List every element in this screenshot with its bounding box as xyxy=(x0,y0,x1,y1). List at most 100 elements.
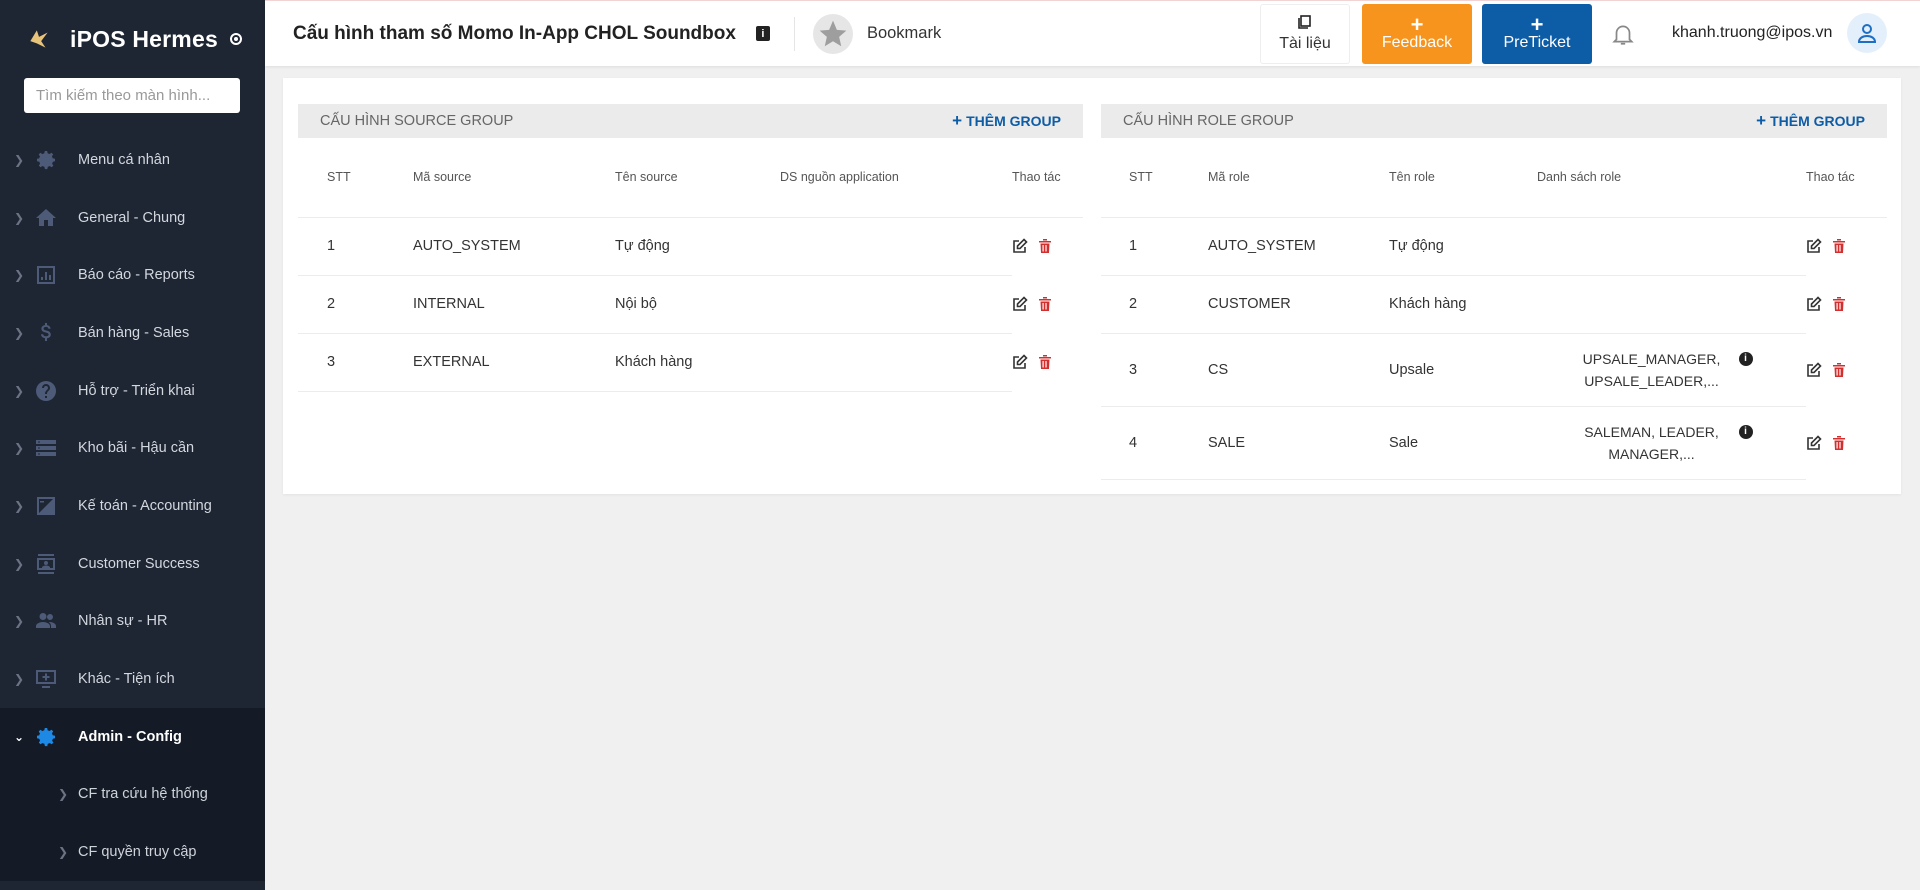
edit-icon[interactable] xyxy=(1012,238,1028,254)
sidebar-subitem-label: CF tra cứu hệ thống xyxy=(78,786,208,803)
cell-stt: 1 xyxy=(298,217,413,276)
info-icon[interactable]: i xyxy=(755,26,770,41)
edit-icon[interactable] xyxy=(1806,361,1822,378)
cell-stt: 1 xyxy=(1101,217,1208,276)
brand-name: iPOS Hermes xyxy=(70,25,218,52)
table-header-row: STT Mã source Tên source DS nguồn applic… xyxy=(298,138,1083,218)
sidebar-item-label: Kế toán - Accounting xyxy=(78,497,212,514)
sidebar-subitem-system-lookup[interactable]: ❯ CF tra cứu hệ thống xyxy=(0,766,265,824)
user-email[interactable]: khanh.truong@ipos.vn xyxy=(1672,24,1832,42)
cell-actions xyxy=(1806,217,1887,275)
sidebar-subitem-label: CF quyền truy cập xyxy=(78,844,197,861)
radio-dot-icon[interactable] xyxy=(229,33,242,45)
column-header: Tên role xyxy=(1389,138,1523,218)
edit-icon[interactable] xyxy=(1806,238,1822,254)
chevron-right-icon: ❯ xyxy=(14,556,25,571)
cell-name: Nội bộ xyxy=(615,275,780,334)
add-source-group-button[interactable]: + THÊM GROUP xyxy=(952,111,1061,131)
people-icon xyxy=(32,607,60,635)
calculator-icon xyxy=(32,492,60,520)
cell-roles xyxy=(1523,217,1806,276)
cell-apps xyxy=(780,275,1012,334)
column-header: Danh sách role xyxy=(1523,138,1806,218)
column-header: Mã source xyxy=(413,138,615,218)
bell-icon[interactable] xyxy=(1610,21,1636,47)
hermes-logo-icon xyxy=(24,24,54,54)
sidebar-subitem-access-rights[interactable]: ❯ CF quyền truy cập xyxy=(0,823,265,881)
trash-icon[interactable] xyxy=(1832,238,1848,254)
bookmark-label: Bookmark xyxy=(866,24,942,42)
gear-icon xyxy=(32,146,60,174)
trash-icon[interactable] xyxy=(1832,435,1848,451)
sidebar-item-general[interactable]: ❯ General - Chung xyxy=(0,189,265,247)
column-header: DS nguồn application xyxy=(780,138,1012,218)
table-row: 2 INTERNAL Nội bộ xyxy=(298,275,1083,334)
sidebar-item-hr[interactable]: ❯ Nhân sự - HR xyxy=(0,593,265,651)
info-circle-icon[interactable]: i xyxy=(1738,424,1753,439)
help-circle-icon xyxy=(32,377,60,405)
cell-apps xyxy=(780,333,1012,392)
roles-line: SALEMAN, LEADER, xyxy=(1584,423,1719,440)
table-header-row: STT Mã role Tên role Danh sách role Thao… xyxy=(1101,138,1887,218)
sidebar-item-warehouse[interactable]: ❯ Kho bãi - Hậu cần xyxy=(0,419,265,477)
preticket-label: PreTicket xyxy=(1503,34,1571,51)
sidebar-item-label: Bán hàng - Sales xyxy=(78,324,190,341)
feedback-button[interactable]: + Feedback xyxy=(1362,4,1472,64)
sidebar-item-admin-config[interactable]: ⌄ Admin - Config xyxy=(0,707,265,766)
cell-stt: 2 xyxy=(1101,275,1208,334)
sidebar-item-utilities[interactable]: ❯ Khác - Tiện ích xyxy=(0,650,265,708)
cell-roles: UPSALE_MANAGER, UPSALE_LEADER,... i xyxy=(1523,333,1806,407)
role-group-panel: CẤU HÌNH ROLE GROUP + THÊM GROUP STT Mã r… xyxy=(1101,104,1887,480)
book-icon xyxy=(1298,15,1312,29)
table-row: 4 SALE Sale SALEMAN, LEADER, MANAGER,... … xyxy=(1101,406,1887,480)
trash-icon[interactable] xyxy=(1038,354,1054,370)
chevron-right-icon: ❯ xyxy=(14,268,25,283)
add-role-group-button[interactable]: + THÊM GROUP xyxy=(1756,111,1865,131)
chevron-right-icon: ❯ xyxy=(58,787,69,802)
cell-stt: 3 xyxy=(298,333,413,392)
sidebar-item-sales[interactable]: ❯ Bán hàng - Sales xyxy=(0,304,265,362)
chevron-right-icon: ❯ xyxy=(14,325,25,340)
sidebar-item-support[interactable]: ❯ Hỗ trợ - Triển khai xyxy=(0,362,265,420)
trash-icon[interactable] xyxy=(1038,296,1054,312)
sidebar-item-accounting[interactable]: ❯ Kế toán - Accounting xyxy=(0,477,265,535)
cell-name: Sale xyxy=(1389,406,1523,480)
trash-icon[interactable] xyxy=(1832,362,1848,378)
header-divider xyxy=(793,16,795,51)
docs-button[interactable]: Tài liệu xyxy=(1260,4,1350,64)
roles-line: UPSALE_MANAGER, xyxy=(1582,350,1721,367)
docs-label: Tài liệu xyxy=(1279,35,1331,52)
cell-stt: 4 xyxy=(1101,406,1208,480)
edit-icon[interactable] xyxy=(1012,354,1028,370)
sidebar-item-label: Hỗ trợ - Triển khai xyxy=(78,382,195,399)
edit-icon[interactable] xyxy=(1806,434,1822,451)
cell-code: EXTERNAL xyxy=(413,333,615,392)
trash-icon[interactable] xyxy=(1832,296,1848,312)
bookmark-button[interactable]: Bookmark xyxy=(812,13,942,54)
info-circle-icon[interactable]: i xyxy=(1738,351,1753,366)
edit-icon[interactable] xyxy=(1806,296,1822,312)
sidebar-item-customer-success[interactable]: ❯ Customer Success xyxy=(0,535,265,593)
contact-card-icon xyxy=(32,550,60,578)
sidebar-item-personal-menu[interactable]: ❯ Menu cá nhân xyxy=(0,131,265,189)
chevron-right-icon: ❯ xyxy=(14,672,25,687)
column-header: Mã role xyxy=(1208,138,1389,218)
bar-chart-icon xyxy=(32,261,60,289)
user-avatar-icon[interactable] xyxy=(1847,13,1887,53)
cell-actions xyxy=(1012,217,1083,275)
sidebar-item-label: Customer Success xyxy=(78,555,200,572)
sidebar-menu: ❯ Menu cá nhân ❯ General - Chung ❯ Báo c… xyxy=(0,131,265,881)
edit-icon[interactable] xyxy=(1012,296,1028,312)
admin-config-submenu: ❯ CF tra cứu hệ thống ❯ CF quyền truy cậ… xyxy=(0,765,265,881)
brand[interactable]: iPOS Hermes xyxy=(0,0,265,78)
preticket-button[interactable]: + PreTicket xyxy=(1482,4,1592,64)
column-header: Tên source xyxy=(615,138,780,218)
sidebar-search-input[interactable] xyxy=(24,78,240,113)
trash-icon[interactable] xyxy=(1038,238,1054,254)
cell-actions xyxy=(1806,406,1887,479)
cell-stt: 3 xyxy=(1101,333,1208,407)
cell-name: Khách hàng xyxy=(1389,275,1523,334)
sidebar-item-reports[interactable]: ❯ Báo cáo - Reports xyxy=(0,246,265,304)
cell-name: Tự động xyxy=(615,217,780,276)
cell-apps xyxy=(780,217,1012,276)
